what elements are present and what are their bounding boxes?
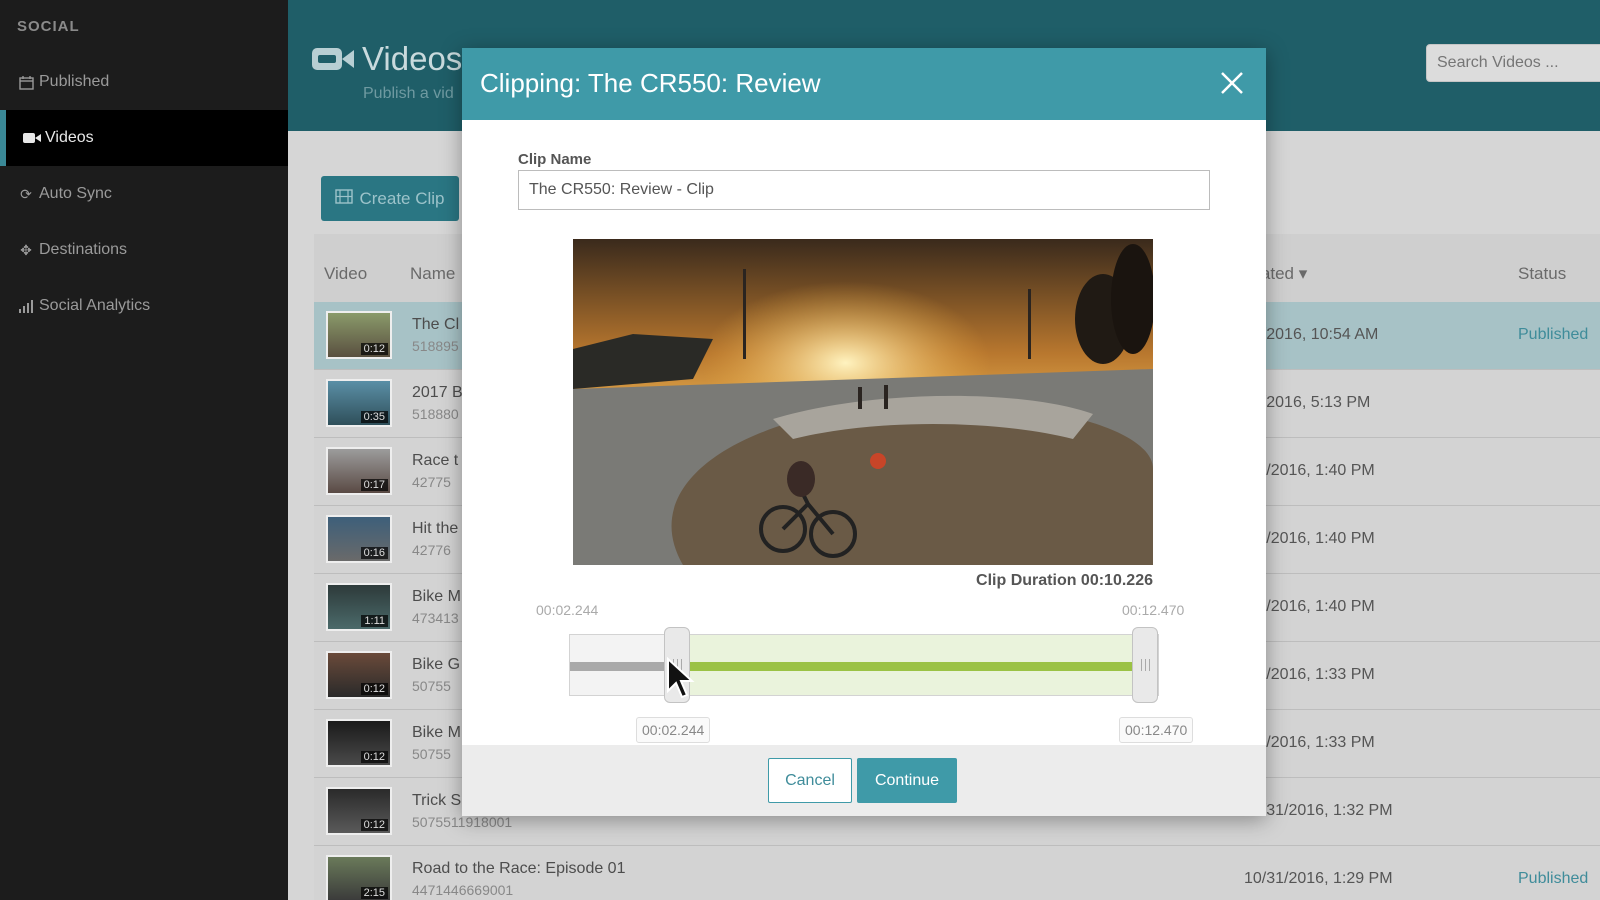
video-updated: 10/31/2016, 1:32 PM (1244, 802, 1393, 819)
video-thumbnail: 0:17 (326, 447, 392, 495)
video-updated: 10/31/2016, 1:29 PM (1244, 870, 1393, 887)
video-id: 50755 (412, 746, 451, 762)
column-header-video[interactable]: Video (324, 264, 367, 284)
video-name: Trick S (412, 792, 462, 809)
video-thumbnail: 0:12 (326, 311, 392, 359)
video-id: 42776 (412, 542, 451, 558)
modal-header: Clipping: The CR550: Review (462, 48, 1266, 120)
trim-included-bar (678, 662, 1140, 671)
column-header-status[interactable]: Status (1518, 264, 1566, 284)
status-badge: Published (1518, 326, 1589, 343)
film-icon (335, 188, 354, 209)
sidebar-item-label: Auto Sync (39, 185, 112, 202)
trim-end-tag: 00:12.470 (1119, 717, 1194, 743)
sidebar-item-destinations[interactable]: ✥ Destinations (0, 222, 288, 278)
range-start-time: 00:02.244 (536, 602, 599, 618)
page-title: Videos (362, 40, 463, 77)
modal-title: Clipping: The CR550: Review (480, 68, 821, 98)
video-id: 5075511918001 (412, 814, 513, 830)
sidebar-item-published[interactable]: Published (0, 54, 288, 110)
video-id: 518895 (412, 338, 459, 354)
video-id: 473413 (412, 610, 459, 626)
table-row[interactable]: 2:15 Road to the Race: Episode 01 447144… (314, 846, 1600, 900)
video-thumbnail: 0:12 (326, 651, 392, 699)
sidebar-item-videos[interactable]: Videos (0, 110, 288, 166)
video-preview[interactable] (573, 239, 1153, 565)
sidebar-heading: SOCIAL (17, 18, 80, 35)
video-name: Hit the (412, 520, 459, 537)
destinations-icon: ✥ (20, 241, 32, 258)
clipping-modal: Clipping: The CR550: Review Clip Name Th… (462, 48, 1266, 816)
sidebar-item-label: Published (39, 73, 110, 90)
sidebar-item-auto-sync[interactable]: ⟳ Auto Sync (0, 166, 288, 222)
cancel-button[interactable]: Cancel (768, 758, 852, 803)
video-name: Bike M (412, 588, 461, 605)
video-id: 50755 (412, 678, 451, 694)
clip-duration: Clip Duration 00:10.226 (976, 572, 1153, 589)
video-camera-icon (23, 130, 41, 146)
video-name: Bike M (412, 724, 461, 741)
trim-start-tag: 00:02.244 (636, 717, 711, 743)
video-name: Race t (412, 452, 459, 469)
duration-badge: 2:15 (360, 887, 388, 899)
duration-badge: 1:11 (361, 615, 388, 627)
clip-name-field[interactable] (518, 170, 1210, 210)
trim-slider[interactable] (569, 627, 1159, 703)
video-thumbnail: 1:11 (326, 583, 392, 631)
sidebar: SOCIAL Published Videos ⟳ Auto Sync ✥ De… (0, 0, 288, 900)
sidebar-item-label: Videos (45, 129, 94, 146)
duration-badge: 0:16 (360, 547, 388, 559)
continue-button[interactable]: Continue (857, 758, 957, 803)
duration-badge: 0:35 (360, 411, 388, 423)
video-id: 42775 (412, 474, 451, 490)
duration-badge: 0:12 (360, 343, 388, 355)
clip-name-label: Clip Name (518, 151, 592, 168)
sidebar-item-label: Social Analytics (39, 297, 151, 314)
range-end-time: 00:12.470 (1122, 602, 1185, 618)
modal-footer: Cancel Continue (462, 745, 1266, 816)
search-input[interactable] (1426, 44, 1600, 82)
duration-badge: 0:12 (360, 683, 388, 695)
video-name: Bike G (412, 656, 461, 673)
video-camera-icon (312, 46, 354, 77)
video-name: 2017 B (412, 384, 463, 401)
duration-badge: 0:12 (360, 751, 388, 763)
sidebar-item-social-analytics[interactable]: Social Analytics (0, 278, 288, 334)
sidebar-item-label: Destinations (39, 241, 128, 258)
trim-end-handle[interactable] (1132, 627, 1158, 703)
close-icon[interactable] (1216, 67, 1248, 99)
column-header-name[interactable]: Name (410, 264, 455, 284)
sync-icon: ⟳ (20, 185, 32, 202)
trim-excluded-bar (570, 662, 678, 671)
duration-badge: 0:12 (360, 819, 388, 831)
create-clip-button[interactable]: Create Clip (321, 176, 459, 221)
calendar-icon (17, 74, 35, 90)
create-clip-label: Create Clip (359, 188, 445, 208)
page-subtitle: Publish a vid (363, 85, 454, 102)
video-thumbnail: 0:12 (326, 787, 392, 835)
video-thumbnail: 0:35 (326, 379, 392, 427)
mouse-cursor-icon (666, 656, 696, 701)
video-thumbnail: 0:12 (326, 719, 392, 767)
video-id: 518880 (412, 406, 459, 422)
video-name: Road to the Race: Episode 01 (412, 860, 626, 877)
video-id: 4471446669001 (412, 882, 514, 898)
duration-badge: 0:17 (360, 479, 388, 491)
bar-chart-icon (17, 298, 35, 314)
video-thumbnail: 0:16 (326, 515, 392, 563)
status-badge: Published (1518, 870, 1589, 887)
video-thumbnail: 2:15 (326, 855, 392, 900)
video-name: The Cl (412, 316, 460, 333)
